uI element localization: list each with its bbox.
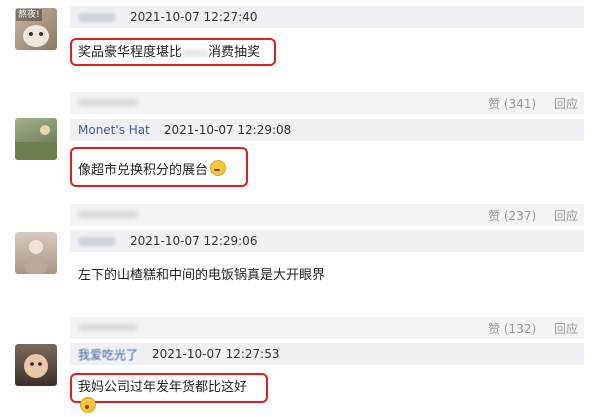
avatar[interactable]	[15, 118, 57, 160]
avatar[interactable]	[15, 344, 57, 386]
avatar[interactable]	[15, 232, 57, 274]
redacted-text	[78, 211, 138, 218]
shocked-emoji-icon	[80, 397, 96, 413]
comment-time: 2021-10-07 12:29:06	[130, 234, 258, 248]
comment-meta: 我爱吃光了 2021-10-07 12:27:53	[70, 343, 584, 365]
reply-row: 赞 (341) 回应	[70, 92, 584, 114]
cat-icon	[23, 25, 49, 47]
comment-meta: 2021-10-07 12:27:40	[70, 6, 584, 28]
face-icon	[24, 354, 48, 378]
reply-row: 赞 (132) 回应	[70, 317, 584, 339]
comment-time: 2021-10-07 12:27:53	[152, 347, 280, 361]
comment-text: 像超市兑换积分的展台	[70, 147, 248, 187]
redacted-text	[182, 48, 209, 57]
reply-button[interactable]: 回应	[554, 97, 578, 111]
comment-meta: Monet's Hat 2021-10-07 12:29:08	[70, 119, 584, 141]
redacted-text	[78, 99, 138, 106]
comment-text: 我妈公司过年发年货都比这好	[70, 373, 268, 413]
reply-button[interactable]: 回应	[554, 322, 578, 336]
landscape-icon	[15, 125, 57, 160]
like-button[interactable]: 赞 (237)	[488, 209, 536, 223]
comment-time: 2021-10-07 12:29:08	[163, 123, 292, 137]
redacted-text	[78, 324, 138, 331]
comment-username[interactable]	[78, 12, 116, 22]
comment-actions: 赞 (237) 回应	[474, 207, 578, 224]
comment-username[interactable]: 我爱吃光了	[78, 346, 138, 363]
person-icon	[25, 240, 47, 274]
avatar[interactable]: 熬夜!	[15, 8, 57, 50]
reply-button[interactable]: 回应	[554, 209, 578, 223]
comment-text: 左下的山楂糕和中间的电饭锅真是大开眼界	[78, 268, 326, 283]
comment-meta: 2021-10-07 12:29:06	[70, 230, 584, 252]
reply-row: 赞 (237) 回应	[70, 204, 584, 226]
comment-username[interactable]: Monet's Hat	[78, 123, 150, 137]
comment-actions: 赞 (132) 回应	[474, 320, 578, 337]
comment-text: 奖品豪华程度堪比 消费抽奖	[70, 38, 276, 66]
comment-username[interactable]	[78, 236, 116, 246]
like-button[interactable]: 赞 (341)	[488, 97, 536, 111]
comment-actions: 赞 (341) 回应	[474, 95, 578, 112]
comment-time: 2021-10-07 12:27:40	[130, 10, 258, 24]
grin-emoji-icon	[210, 160, 227, 176]
like-button[interactable]: 赞 (132)	[488, 322, 536, 336]
